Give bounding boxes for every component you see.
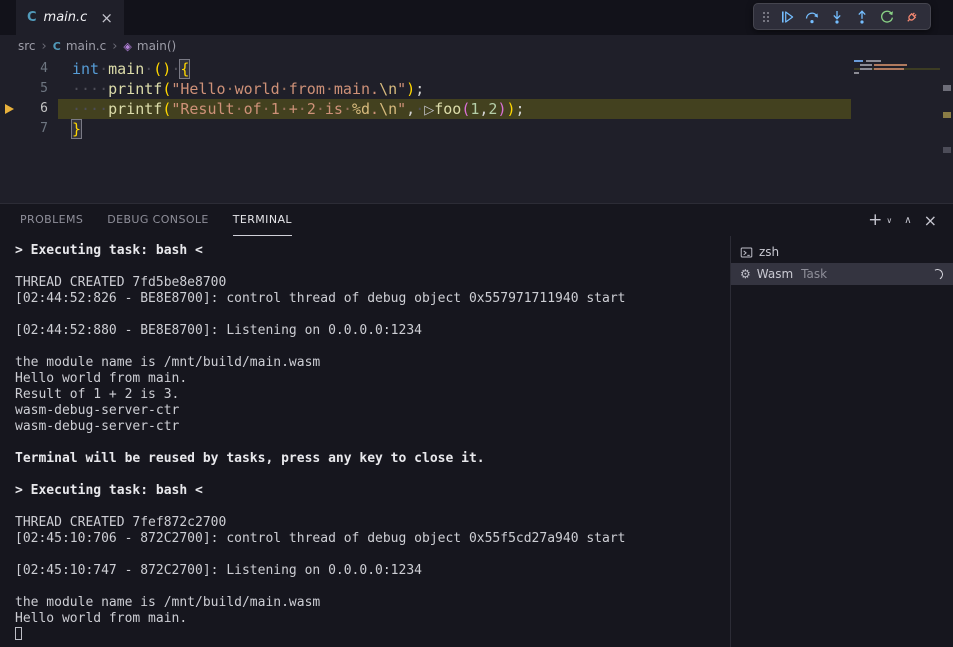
- tab-close-icon[interactable]: ×: [100, 9, 113, 27]
- editor-line: 4int·main·()·{: [0, 59, 953, 79]
- terminal-line: THREAD CREATED 7fef872c2700: [15, 515, 730, 531]
- editor-line: 5····printf("Hello·world·from·main.\n");: [0, 79, 953, 99]
- editor-line: 7}: [0, 119, 953, 139]
- panel-header: PROBLEMS DEBUG CONSOLE TERMINAL + ∨ ∧ ×: [0, 204, 953, 236]
- tab-label: main.c: [44, 10, 88, 25]
- line-number: 4: [0, 59, 48, 79]
- terminal-tab-wasm-task[interactable]: ⚙ Wasm Task: [731, 263, 953, 285]
- terminal-line: Hello world from main.: [15, 371, 730, 387]
- terminal-line: [15, 467, 730, 483]
- terminal-line: [15, 547, 730, 563]
- close-panel-icon[interactable]: ×: [924, 211, 937, 230]
- terminal-line: [15, 435, 730, 451]
- tab-bar: C main.c ×: [0, 0, 953, 35]
- step-out-button[interactable]: [851, 6, 873, 28]
- minimap[interactable]: [854, 57, 940, 137]
- bottom-panel: PROBLEMS DEBUG CONSOLE TERMINAL + ∨ ∧ × …: [0, 203, 953, 647]
- terminal-line: wasm-debug-server-ctr: [15, 419, 730, 435]
- terminal-line: [15, 307, 730, 323]
- continue-button[interactable]: [776, 6, 798, 28]
- terminal-line: [02:44:52:826 - BE8E8700]: control threa…: [15, 291, 730, 307]
- chevron-right-icon: ›: [112, 39, 117, 54]
- tab-terminal[interactable]: TERMINAL: [233, 204, 292, 236]
- terminal-line: > Executing task: bash <: [15, 483, 730, 499]
- terminal-line: the module name is /mnt/build/main.wasm: [15, 595, 730, 611]
- symbol-method-icon: ◈: [123, 40, 131, 53]
- breadcrumb-folder[interactable]: src: [18, 39, 36, 53]
- breadcrumb-file[interactable]: main.c: [66, 39, 106, 53]
- terminal-line: Terminal will be reused by tasks, press …: [15, 451, 730, 467]
- terminal-line: [15, 499, 730, 515]
- breadcrumb-symbol[interactable]: main(): [137, 39, 176, 53]
- line-number: 5: [0, 79, 48, 99]
- terminal-cursor: [15, 627, 22, 640]
- maximize-panel-icon[interactable]: ∧: [904, 215, 911, 226]
- debug-current-line-arrow-icon: [5, 104, 14, 114]
- loading-spinner-icon: [931, 267, 944, 280]
- terminal-line: Result of 1 + 2 is 3.: [15, 387, 730, 403]
- terminal-icon: [740, 246, 753, 259]
- terminal-profile-dropdown-icon[interactable]: ∨: [886, 216, 892, 225]
- tools-icon: ⚙: [740, 267, 751, 281]
- terminal-line: wasm-debug-server-ctr: [15, 403, 730, 419]
- code-lines: 4int·main·()·{5····printf("Hello·world·f…: [0, 57, 953, 203]
- terminal-line: [15, 627, 730, 643]
- ruler-marker: [943, 147, 951, 153]
- c-file-icon: C: [27, 10, 37, 25]
- new-terminal-button[interactable]: +: [868, 212, 882, 229]
- terminal-line: Hello world from main.: [15, 611, 730, 627]
- terminal-line: [15, 339, 730, 355]
- chevron-right-icon: ›: [42, 39, 47, 54]
- step-into-button[interactable]: [826, 6, 848, 28]
- terminal-line: THREAD CREATED 7fd5be8e8700: [15, 275, 730, 291]
- debug-toolbar: [753, 3, 931, 30]
- terminal-line: the module name is /mnt/build/main.wasm: [15, 355, 730, 371]
- restart-button[interactable]: [876, 6, 898, 28]
- overview-ruler: [941, 57, 953, 203]
- tab-problems[interactable]: PROBLEMS: [20, 204, 83, 236]
- ruler-marker: [943, 112, 951, 118]
- disconnect-button[interactable]: [901, 6, 923, 28]
- panel-body: > Executing task: bash < THREAD CREATED …: [0, 236, 953, 647]
- c-file-icon: C: [53, 40, 61, 53]
- terminal-line: > Executing task: bash <: [15, 243, 730, 259]
- editor-line: 6····printf("Result·of·1·+·2·is·%d.\n",·…: [0, 99, 953, 119]
- terminal-tab-detail: Task: [801, 267, 827, 281]
- terminal-line: [02:44:52:880 - BE8E8700]: Listening on …: [15, 323, 730, 339]
- breadcrumb: src › C main.c › ◈ main(): [0, 35, 953, 57]
- panel-actions: + ∨ ∧ ×: [868, 211, 937, 230]
- terminal-line: [15, 579, 730, 595]
- terminal-tabs-list: zsh ⚙ Wasm Task: [730, 236, 953, 647]
- tab-debug-console[interactable]: DEBUG CONSOLE: [107, 204, 209, 236]
- terminal-output[interactable]: > Executing task: bash < THREAD CREATED …: [0, 236, 730, 647]
- tab-main-c[interactable]: C main.c ×: [16, 0, 124, 35]
- terminal-line: [15, 259, 730, 275]
- terminal-tab-label: zsh: [759, 245, 779, 259]
- line-number: 7: [0, 119, 48, 139]
- step-over-button[interactable]: [801, 6, 823, 28]
- gripper-icon[interactable]: [761, 9, 771, 25]
- terminal-tab-zsh[interactable]: zsh: [731, 241, 953, 263]
- code-editor[interactable]: 4int·main·()·{5····printf("Hello·world·f…: [0, 57, 953, 203]
- terminal-line: [02:45:10:706 - 872C2700]: control threa…: [15, 531, 730, 547]
- ruler-marker: [943, 85, 951, 91]
- terminal-tab-label: Wasm: [757, 267, 793, 281]
- terminal-line: [02:45:10:747 - 872C2700]: Listening on …: [15, 563, 730, 579]
